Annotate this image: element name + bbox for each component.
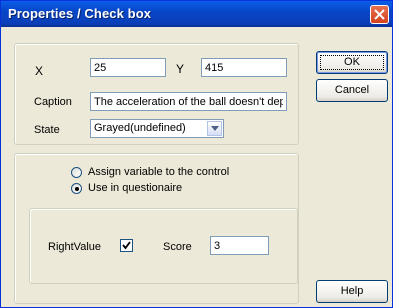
y-field[interactable] [201,58,287,77]
radio-selected-dot [75,187,79,191]
assign-variable-radio[interactable] [71,167,82,178]
window-title: Properties / Check box [8,6,152,21]
help-button[interactable]: Help [316,280,388,303]
right-value-checkbox[interactable] [120,239,133,252]
x-label: X [35,64,44,78]
help-button-label: Help [340,285,364,297]
score-field[interactable] [210,236,269,255]
cancel-button[interactable]: Cancel [316,79,388,102]
x-field[interactable] [90,58,166,77]
properties-dialog: Properties / Check box X Y Caption State… [0,0,393,308]
close-icon [374,9,385,20]
assign-variable-label[interactable]: Assign variable to the control [88,166,229,178]
checkmark-icon [122,241,131,250]
use-in-questionnaire-label[interactable]: Use in questionaire [88,182,182,194]
state-label: State [34,124,60,136]
state-select[interactable]: Grayed(undefined) [90,119,224,138]
chevron-down-icon [211,126,219,131]
right-value-label: RightValue [48,241,101,253]
score-label: Score [163,241,192,253]
state-select-value: Grayed(undefined) [94,122,186,134]
focus-rect [320,55,384,70]
title-bar[interactable]: Properties / Check box [1,1,392,27]
y-label: Y [176,62,185,76]
close-button[interactable] [370,5,389,24]
state-dropdown-button[interactable] [207,121,222,136]
caption-field[interactable] [90,92,287,111]
ok-button[interactable]: OK [316,51,388,74]
use-in-questionnaire-radio[interactable] [71,183,82,194]
cancel-button-label: Cancel [334,84,370,96]
caption-label: Caption [34,96,72,108]
